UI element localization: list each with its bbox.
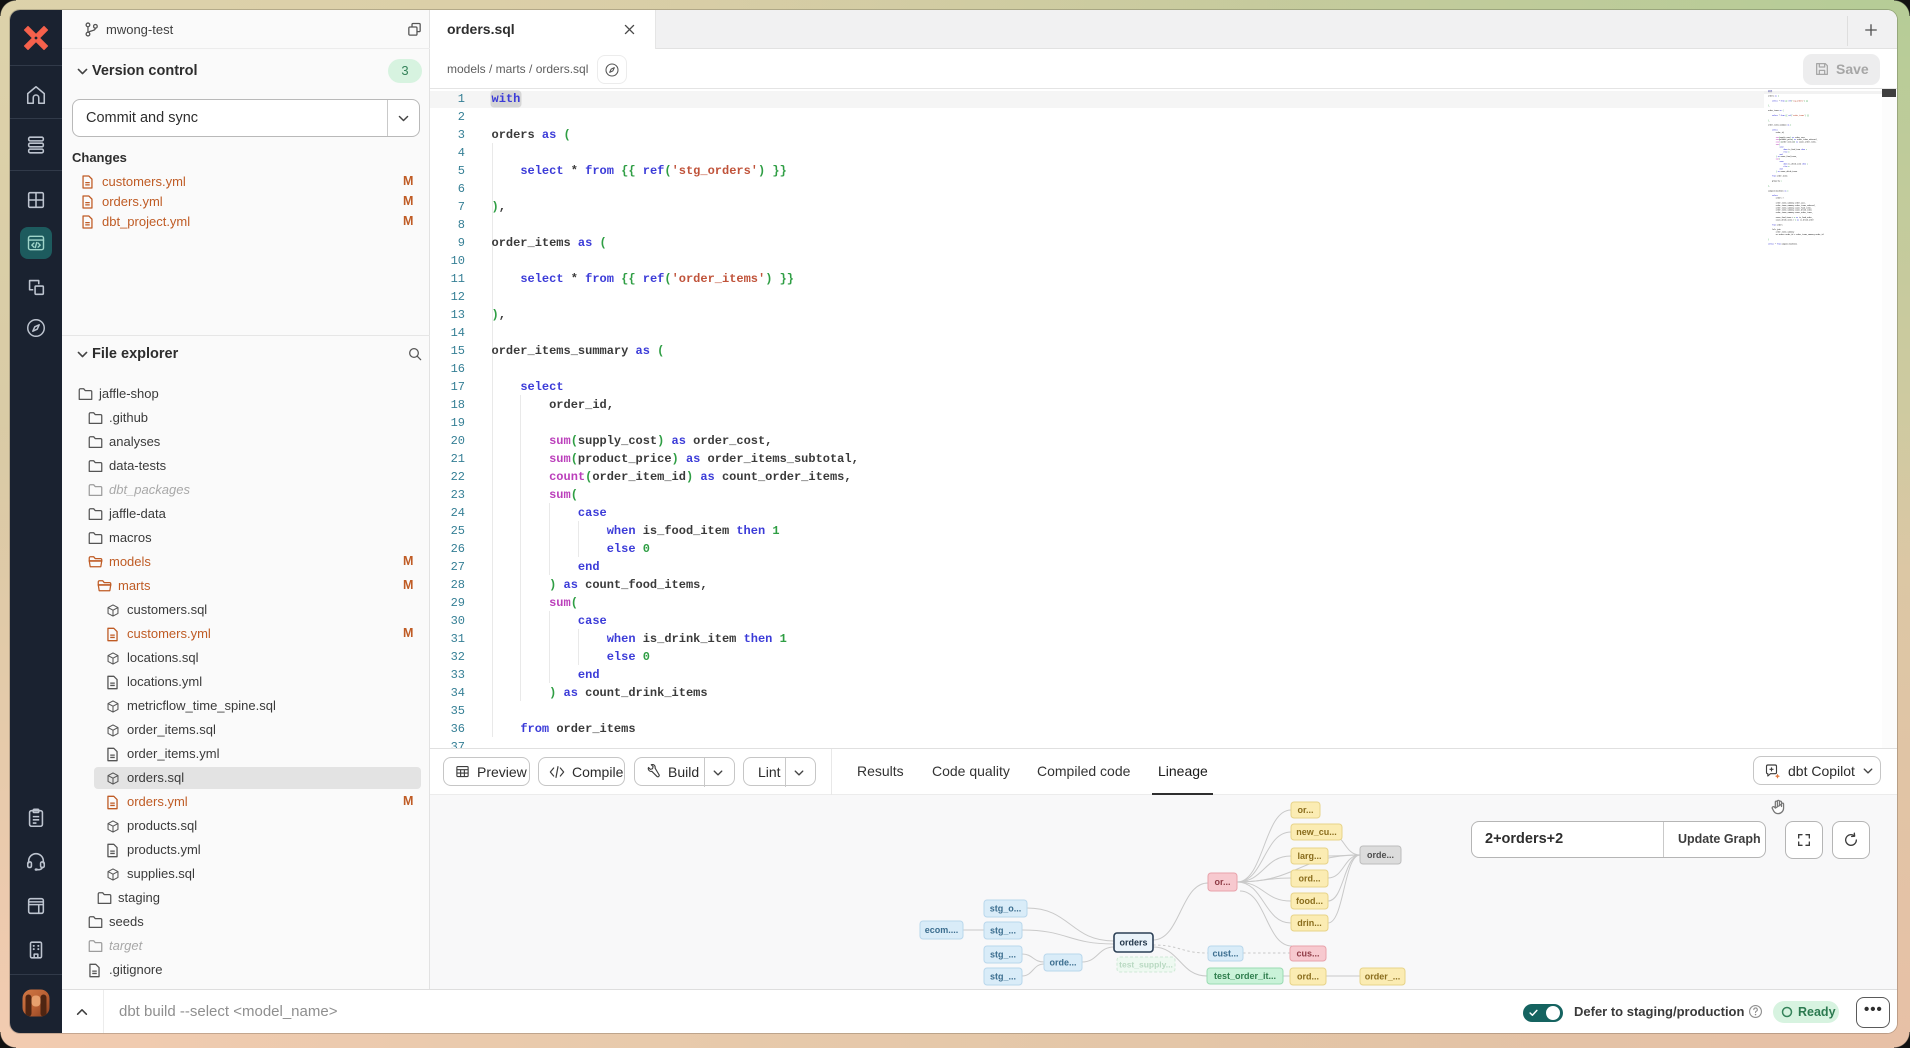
svg-text:ord...: ord... (1297, 972, 1319, 982)
svg-text:stg_...: stg_... (990, 926, 1016, 936)
svg-text:or...: or... (1214, 877, 1230, 887)
svg-text:ord...: ord... (1299, 874, 1321, 884)
svg-text:cus...: cus... (1296, 949, 1319, 959)
svg-text:test_supply...: test_supply... (1119, 960, 1173, 970)
svg-text:cust...: cust... (1212, 949, 1238, 959)
svg-text:new_cu...: new_cu... (1296, 827, 1337, 837)
svg-text:stg_...: stg_... (990, 950, 1016, 960)
svg-text:orde...: orde... (1367, 850, 1394, 860)
svg-text:food...: food... (1296, 896, 1323, 906)
svg-text:orde...: orde... (1049, 958, 1076, 968)
svg-text:order_...: order_... (1365, 972, 1401, 982)
svg-text:stg_o...: stg_o... (990, 904, 1022, 914)
svg-text:drin...: drin... (1297, 918, 1322, 928)
svg-text:orders: orders (1119, 938, 1147, 948)
svg-text:or...: or... (1297, 805, 1313, 815)
svg-text:test_order_it...: test_order_it... (1214, 971, 1276, 981)
svg-text:larg...: larg... (1297, 851, 1321, 861)
svg-text:ecom....: ecom.... (925, 925, 959, 935)
svg-text:stg_...: stg_... (990, 972, 1016, 982)
